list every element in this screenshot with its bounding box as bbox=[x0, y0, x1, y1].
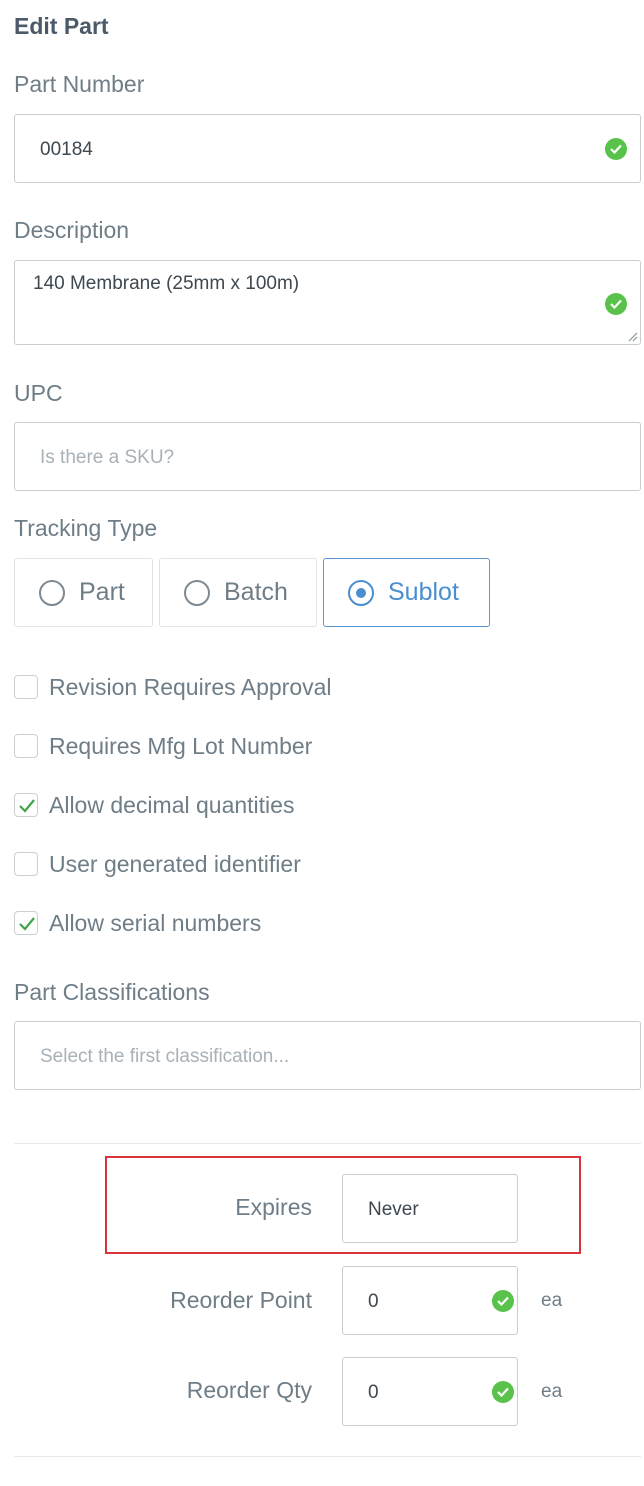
checkbox-label: User generated identifier bbox=[49, 850, 301, 877]
classifications-placeholder: Select the first classification... bbox=[40, 1046, 290, 1067]
checkbox-icon[interactable] bbox=[14, 675, 38, 699]
checkbox-checked-icon[interactable] bbox=[14, 793, 38, 817]
tracking-option-label: Sublot bbox=[388, 578, 459, 606]
valid-check-icon bbox=[605, 293, 627, 315]
expires-value: Never bbox=[368, 1199, 419, 1220]
checkbox-allow-serial-numbers[interactable]: Allow serial numbers bbox=[14, 908, 261, 938]
description-label: Description bbox=[14, 217, 130, 243]
checkbox-label: Revision Requires Approval bbox=[49, 673, 332, 700]
checkbox-allow-decimal-quantities[interactable]: Allow decimal quantities bbox=[14, 790, 294, 820]
tracking-type-label: Tracking Type bbox=[14, 515, 158, 541]
part-number-label: Part Number bbox=[14, 71, 145, 97]
page-title: Edit Part bbox=[14, 13, 109, 39]
radio-selected-icon bbox=[348, 579, 374, 606]
divider bbox=[14, 1143, 641, 1144]
valid-check-icon bbox=[492, 1290, 514, 1312]
part-classifications-label: Part Classifications bbox=[14, 979, 210, 1005]
tracking-option-batch[interactable]: Batch bbox=[159, 558, 317, 627]
part-number-field[interactable]: 00184 bbox=[14, 114, 641, 183]
checkbox-icon[interactable] bbox=[14, 734, 38, 758]
valid-check-icon bbox=[492, 1381, 514, 1403]
tracking-option-part[interactable]: Part bbox=[14, 558, 153, 627]
checkbox-label: Requires Mfg Lot Number bbox=[49, 732, 313, 759]
upc-label: UPC bbox=[14, 380, 63, 406]
reorder-point-label: Reorder Point bbox=[170, 1287, 312, 1313]
expires-label: Expires bbox=[235, 1194, 312, 1220]
reorder-qty-unit: ea bbox=[541, 1381, 563, 1402]
checkbox-label: Allow decimal quantities bbox=[49, 791, 295, 818]
reorder-point-value: 0 bbox=[368, 1291, 379, 1312]
reorder-point-field[interactable]: 0 bbox=[342, 1266, 518, 1335]
reorder-qty-label: Reorder Qty bbox=[186, 1377, 312, 1403]
tracking-option-sublot[interactable]: Sublot bbox=[323, 558, 490, 627]
description-textarea[interactable]: 140 Membrane (25mm x 100m) bbox=[14, 260, 641, 345]
classifications-select[interactable]: Select the first classification... bbox=[14, 1021, 641, 1090]
checkbox-requires-mfg-lot-number[interactable]: Requires Mfg Lot Number bbox=[14, 731, 312, 761]
reorder-qty-value: 0 bbox=[368, 1382, 379, 1403]
checkbox-icon[interactable] bbox=[14, 852, 38, 876]
upc-field[interactable]: Is there a SKU? bbox=[14, 422, 641, 491]
checkbox-user-generated-identifier[interactable]: User generated identifier bbox=[14, 849, 301, 879]
expires-field[interactable]: Never bbox=[342, 1174, 518, 1243]
upc-placeholder: Is there a SKU? bbox=[40, 447, 175, 468]
part-number-value: 00184 bbox=[40, 139, 93, 160]
checkbox-label: Allow serial numbers bbox=[49, 909, 262, 936]
valid-check-icon bbox=[605, 138, 627, 160]
reorder-point-unit: ea bbox=[541, 1290, 563, 1311]
tracking-option-label: Batch bbox=[224, 578, 288, 606]
tracking-option-label: Part bbox=[79, 578, 125, 606]
divider bbox=[14, 1456, 641, 1457]
radio-icon bbox=[39, 579, 65, 606]
description-value: 140 Membrane (25mm x 100m) bbox=[33, 273, 300, 294]
checkbox-revision-requires-approval[interactable]: Revision Requires Approval bbox=[14, 672, 332, 702]
radio-icon bbox=[184, 579, 210, 606]
reorder-qty-field[interactable]: 0 bbox=[342, 1357, 518, 1426]
checkbox-checked-icon[interactable] bbox=[14, 911, 38, 935]
resize-grip-icon[interactable] bbox=[626, 330, 638, 342]
